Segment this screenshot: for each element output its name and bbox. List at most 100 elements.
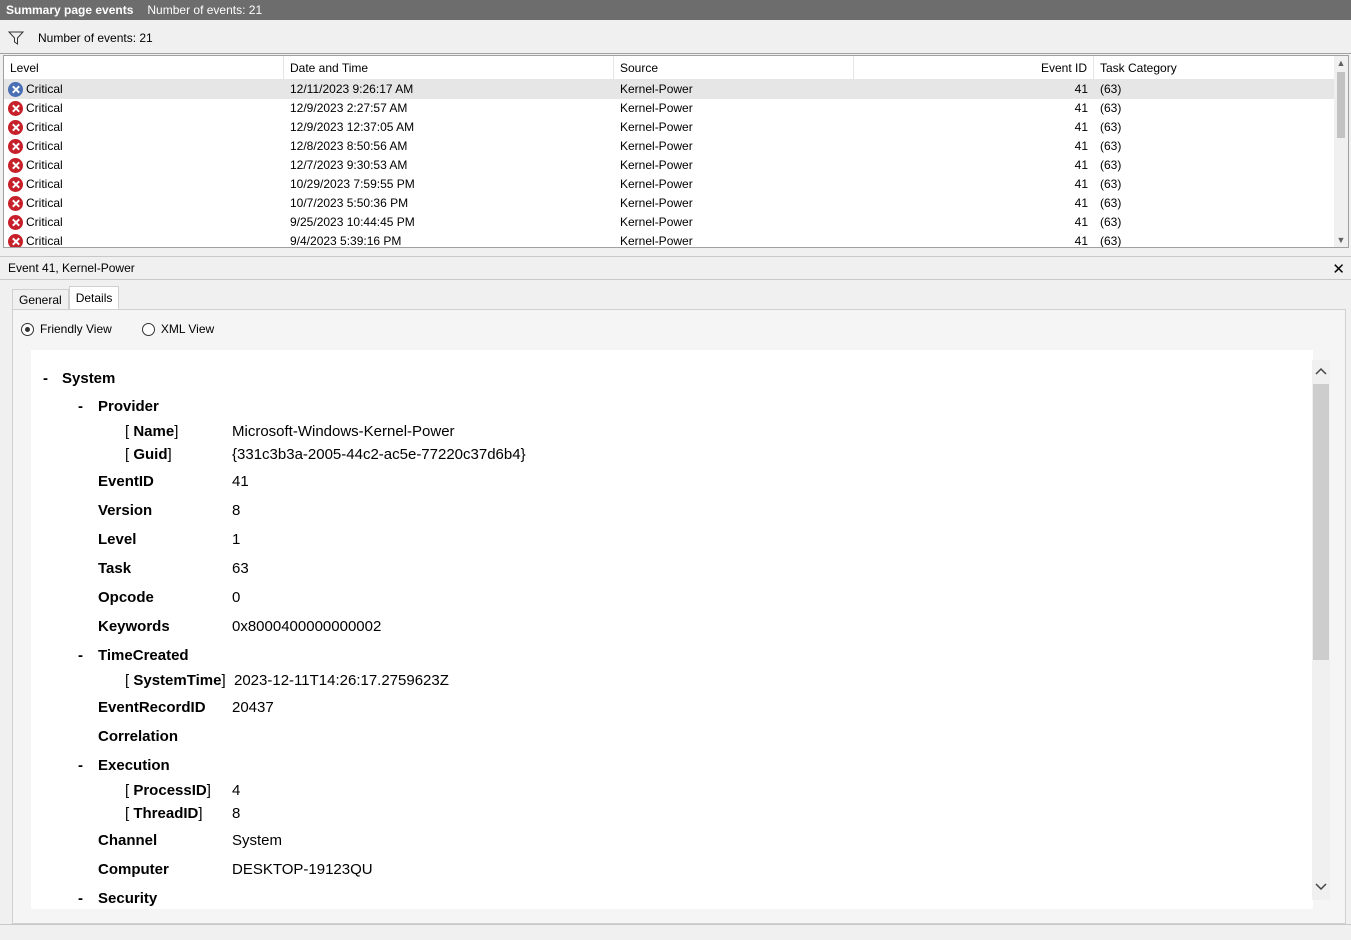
row-source: Kernel-Power bbox=[620, 158, 693, 172]
critical-icon bbox=[8, 139, 23, 154]
column-level[interactable]: Level bbox=[4, 56, 284, 80]
row-level: Critical bbox=[26, 158, 63, 172]
node-opcode-value: 0 bbox=[232, 589, 241, 606]
table-row[interactable]: Critical 9/4/2023 5:39:16 PM Kernel-Powe… bbox=[4, 232, 1336, 248]
detail-header: Event 41, Kernel-Power ✕ bbox=[0, 256, 1351, 280]
attr-processid: [ ProcessID] bbox=[125, 782, 211, 799]
node-task: Task bbox=[98, 560, 132, 577]
attr-threadid: [ ThreadID] bbox=[125, 805, 203, 822]
attr-systemtime: [ SystemTime] bbox=[125, 672, 226, 689]
critical-icon bbox=[8, 234, 23, 247]
filter-bar: Number of events: 21 bbox=[0, 22, 1351, 54]
grid-header: Level Date and Time Source Event ID Task… bbox=[4, 56, 1336, 80]
row-level: Critical bbox=[26, 215, 63, 229]
node-correlation: Correlation bbox=[98, 728, 179, 745]
row-date: 12/8/2023 8:50:56 AM bbox=[290, 139, 408, 153]
row-task: (63) bbox=[1100, 177, 1122, 191]
attr-name: [ Name] bbox=[125, 423, 179, 440]
filter-icon[interactable] bbox=[8, 30, 24, 46]
friendly-view-radio[interactable]: Friendly View bbox=[21, 322, 112, 336]
column-event-id[interactable]: Event ID bbox=[854, 56, 1094, 80]
row-level: Critical bbox=[26, 120, 63, 134]
grid-scrollbar[interactable]: ▲ ▼ bbox=[1334, 56, 1348, 247]
row-level: Critical bbox=[26, 82, 63, 96]
collapse-toggle[interactable]: - bbox=[78, 890, 83, 907]
table-row[interactable]: Critical 12/7/2023 9:30:53 AM Kernel-Pow… bbox=[4, 156, 1336, 175]
row-task: (63) bbox=[1100, 139, 1122, 153]
row-task: (63) bbox=[1100, 82, 1122, 96]
node-channel-value: System bbox=[232, 832, 283, 849]
detail-tabs: General Details bbox=[12, 286, 120, 310]
chevron-up-icon[interactable]: ▲ bbox=[1336, 58, 1346, 68]
node-level: Level bbox=[98, 531, 137, 548]
row-level: Critical bbox=[26, 234, 63, 248]
node-version: Version bbox=[98, 502, 153, 519]
row-date: 12/11/2023 9:26:17 AM bbox=[290, 82, 414, 96]
critical-icon bbox=[8, 177, 23, 192]
details-scrollbar[interactable] bbox=[1312, 360, 1330, 900]
row-event-id: 41 bbox=[1074, 101, 1088, 115]
chevron-down-icon[interactable]: ▼ bbox=[1336, 235, 1346, 245]
node-computer-value: DESKTOP-19123QU bbox=[232, 861, 373, 878]
attr-processid-value: 4 bbox=[232, 782, 241, 799]
row-event-id: 41 bbox=[1074, 234, 1088, 248]
row-event-id: 41 bbox=[1074, 177, 1088, 191]
node-execution: Execution bbox=[98, 757, 170, 774]
node-task-value: 63 bbox=[232, 560, 249, 577]
chevron-up-icon[interactable] bbox=[1315, 366, 1327, 378]
tab-details[interactable]: Details bbox=[68, 286, 120, 310]
row-task: (63) bbox=[1100, 196, 1122, 210]
collapse-toggle[interactable]: - bbox=[78, 398, 83, 415]
detail-title: Event 41, Kernel-Power bbox=[8, 261, 135, 275]
close-icon[interactable]: ✕ bbox=[1332, 260, 1345, 278]
table-row[interactable]: Critical 12/11/2023 9:26:17 AM Kernel-Po… bbox=[4, 80, 1336, 99]
xml-view-label: XML View bbox=[160, 322, 215, 336]
row-date: 10/7/2023 5:50:36 PM bbox=[290, 196, 409, 210]
column-task-category[interactable]: Task Category bbox=[1094, 56, 1336, 80]
scrollbar-thumb[interactable] bbox=[1313, 384, 1329, 660]
row-level: Critical bbox=[26, 139, 63, 153]
chevron-down-icon[interactable] bbox=[1315, 880, 1327, 892]
radio-selected-icon[interactable] bbox=[21, 322, 34, 336]
row-date: 9/4/2023 5:39:16 PM bbox=[290, 234, 402, 248]
attr-name-value: Microsoft-Windows-Kernel-Power bbox=[232, 423, 455, 440]
critical-icon bbox=[8, 158, 23, 173]
table-row[interactable]: Critical 9/25/2023 10:44:45 PM Kernel-Po… bbox=[4, 213, 1336, 232]
friendly-view-label: Friendly View bbox=[40, 322, 112, 336]
table-row[interactable]: Critical 10/7/2023 5:50:36 PM Kernel-Pow… bbox=[4, 194, 1336, 213]
collapse-toggle[interactable]: - bbox=[43, 370, 48, 387]
scrollbar-thumb[interactable] bbox=[1337, 72, 1345, 138]
column-date[interactable]: Date and Time bbox=[284, 56, 614, 80]
row-task: (63) bbox=[1100, 234, 1122, 248]
details-panel: Friendly View XML View - System - Provid… bbox=[12, 309, 1346, 924]
node-eventid: EventID bbox=[98, 473, 154, 490]
row-level: Critical bbox=[26, 196, 63, 210]
row-event-id: 41 bbox=[1074, 196, 1088, 210]
radio-unselected-icon[interactable] bbox=[141, 322, 155, 336]
title-bar: Summary page events Number of events: 21 bbox=[0, 0, 1351, 20]
table-row[interactable]: Critical 12/9/2023 12:37:05 AM Kernel-Po… bbox=[4, 118, 1336, 137]
table-row[interactable]: Critical 12/9/2023 2:27:57 AM Kernel-Pow… bbox=[4, 99, 1336, 118]
collapse-toggle[interactable]: - bbox=[78, 647, 83, 664]
node-channel: Channel bbox=[98, 832, 158, 849]
node-system: System bbox=[62, 370, 116, 387]
row-source: Kernel-Power bbox=[620, 101, 693, 115]
row-source: Kernel-Power bbox=[620, 139, 693, 153]
column-source[interactable]: Source bbox=[614, 56, 854, 80]
critical-icon bbox=[8, 82, 23, 97]
pane-splitter[interactable] bbox=[0, 249, 1351, 256]
tab-general[interactable]: General bbox=[12, 289, 69, 310]
status-bar bbox=[0, 924, 1351, 940]
events-grid: Level Date and Time Source Event ID Task… bbox=[3, 55, 1349, 248]
node-eventrecordid: EventRecordID bbox=[98, 699, 206, 716]
node-security: Security bbox=[98, 890, 158, 907]
table-row[interactable]: Critical 12/8/2023 8:50:56 AM Kernel-Pow… bbox=[4, 137, 1336, 156]
row-event-id: 41 bbox=[1074, 139, 1088, 153]
xml-view-radio[interactable]: XML View bbox=[141, 322, 215, 336]
attr-name-key: Name bbox=[133, 423, 175, 440]
row-level: Critical bbox=[26, 101, 63, 115]
attr-guid-key: Guid bbox=[133, 446, 168, 463]
table-row[interactable]: Critical 10/29/2023 7:59:55 PM Kernel-Po… bbox=[4, 175, 1336, 194]
row-source: Kernel-Power bbox=[620, 215, 693, 229]
collapse-toggle[interactable]: - bbox=[78, 757, 83, 774]
